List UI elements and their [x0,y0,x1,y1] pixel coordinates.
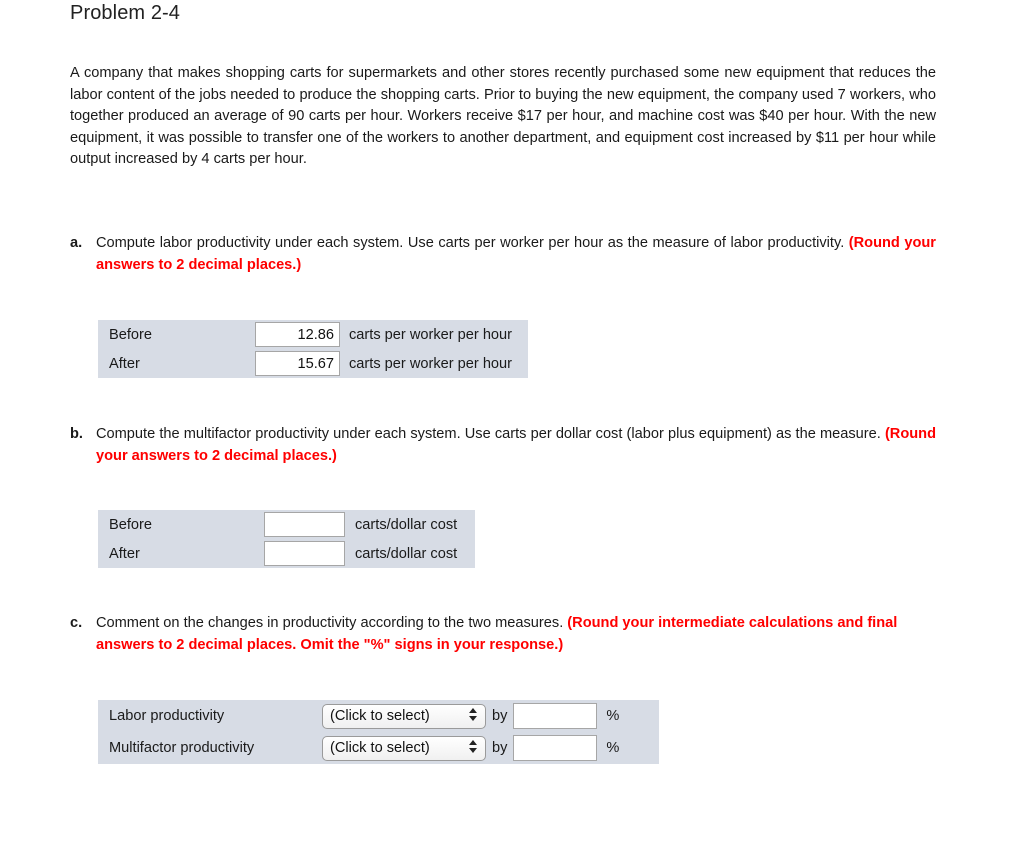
input-cell [513,732,598,764]
row-label-before: Before [98,320,255,349]
multifactor-productivity-before-input[interactable] [264,512,345,537]
part-a-marker: a. [70,235,83,251]
question-part-a: a. Compute labor productivity under each… [70,233,936,276]
table-row: Before carts per worker per hour [98,320,529,349]
multifactor-productivity-change-input[interactable] [513,735,598,761]
part-c-marker: c. [70,615,83,631]
labor-productivity-change-select[interactable]: (Click to select) [322,703,486,729]
table-row: After carts per worker per hour [98,349,529,378]
select-cell: (Click to select) [322,732,486,764]
percent-label-labor: % [597,700,660,732]
input-cell [255,320,340,349]
part-b-text: Compute the multifactor productivity und… [96,424,936,467]
by-label-labor: by [486,700,514,732]
part-b-body: Compute the multifactor productivity und… [96,426,885,442]
row-unit-before: carts per worker per hour [340,320,529,349]
row-label-after: After [98,539,264,568]
row-label-multifactor-productivity: Multifactor productivity [98,732,322,764]
table-row: Labor productivity (Click to select) by … [98,700,660,732]
row-label-labor-productivity: Labor productivity [98,700,322,732]
select-wrapper: (Click to select) [322,703,486,729]
labor-productivity-change-input[interactable] [513,703,598,729]
part-a-text: Compute labor productivity under each sy… [96,233,936,276]
problem-statement: A company that makes shopping carts for … [70,65,936,167]
table-row: After carts/dollar cost [98,539,476,568]
multifactor-productivity-after-input[interactable] [264,541,345,566]
answer-table-part-a: Before carts per worker per hour After c… [98,320,529,378]
row-label-before: Before [98,510,264,539]
row-label-after: After [98,349,255,378]
question-part-c: c. Comment on the changes in productivit… [70,613,936,656]
by-label-multifactor: by [486,732,514,764]
input-cell [264,510,345,539]
percent-label-multifactor: % [597,732,660,764]
row-unit-after: carts/dollar cost [345,539,476,568]
select-wrapper: (Click to select) [322,735,486,761]
page-title: Problem 2-4 [70,2,181,24]
part-b-marker: b. [70,426,83,442]
input-cell [513,700,598,732]
answer-table-part-c: Labor productivity (Click to select) by … [98,700,660,764]
input-cell [255,349,340,378]
select-cell: (Click to select) [322,700,486,732]
row-unit-before: carts/dollar cost [345,510,476,539]
multifactor-productivity-change-select[interactable]: (Click to select) [322,735,486,761]
part-c-body: Comment on the changes in productivity a… [96,615,568,631]
answer-table-part-b: Before carts/dollar cost After carts/dol… [98,510,476,568]
table-row: Multifactor productivity (Click to selec… [98,732,660,764]
table-row: Before carts/dollar cost [98,510,476,539]
labor-productivity-after-input[interactable] [255,351,340,376]
part-a-body: Compute labor productivity under each sy… [96,235,849,251]
row-unit-after: carts per worker per hour [340,349,529,378]
question-part-b: b. Compute the multifactor productivity … [70,424,936,467]
part-c-text: Comment on the changes in productivity a… [96,613,936,656]
input-cell [264,539,345,568]
labor-productivity-before-input[interactable] [255,322,340,347]
